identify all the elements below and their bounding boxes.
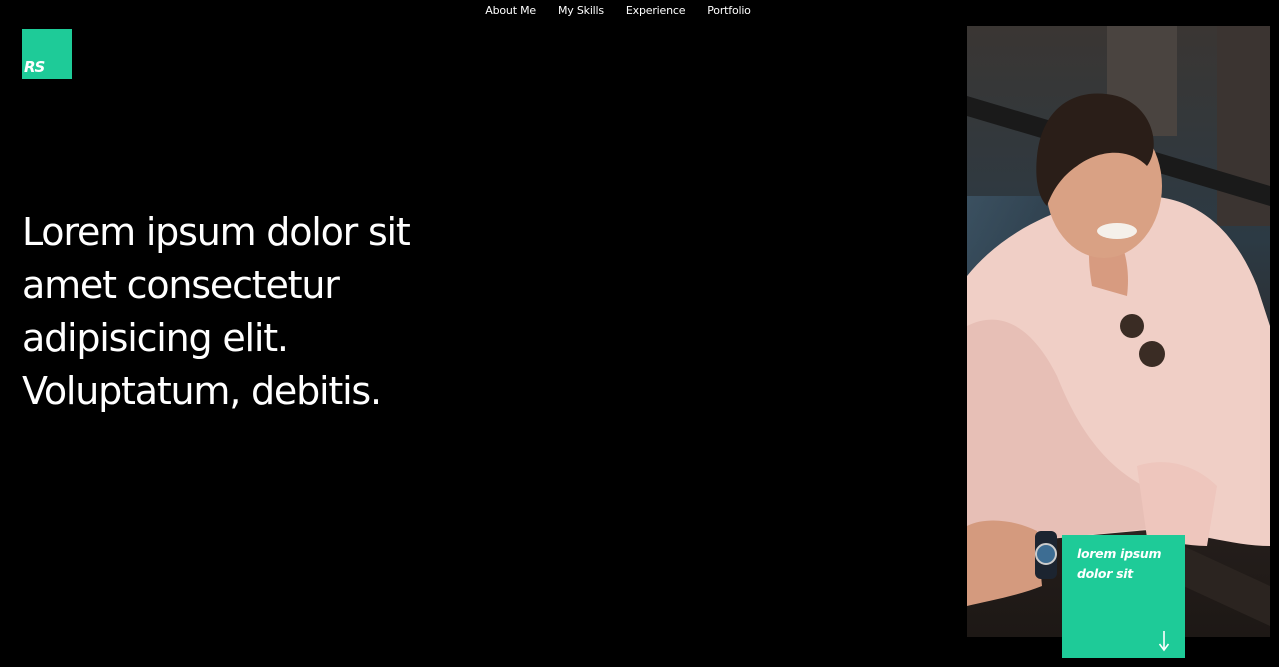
nav-item-about-me[interactable]: About Me xyxy=(485,4,536,17)
nav-item-portfolio[interactable]: Portfolio xyxy=(707,4,751,17)
arrow-down-icon[interactable] xyxy=(1158,629,1170,653)
top-nav: About Me My Skills Experience Portfolio xyxy=(0,4,1236,17)
card-text: lorem ipsum dolor sit xyxy=(1077,546,1162,581)
logo-text: RS xyxy=(24,58,45,76)
nav-item-my-skills[interactable]: My Skills xyxy=(558,4,604,17)
page: About Me My Skills Experience Portfolio … xyxy=(0,0,1279,667)
logo[interactable]: RS xyxy=(22,29,72,79)
nav-item-experience[interactable]: Experience xyxy=(626,4,686,17)
intro-card[interactable]: lorem ipsum dolor sit xyxy=(1062,535,1185,658)
hero-headline: Lorem ipsum dolor sit amet consectetur a… xyxy=(22,210,411,413)
